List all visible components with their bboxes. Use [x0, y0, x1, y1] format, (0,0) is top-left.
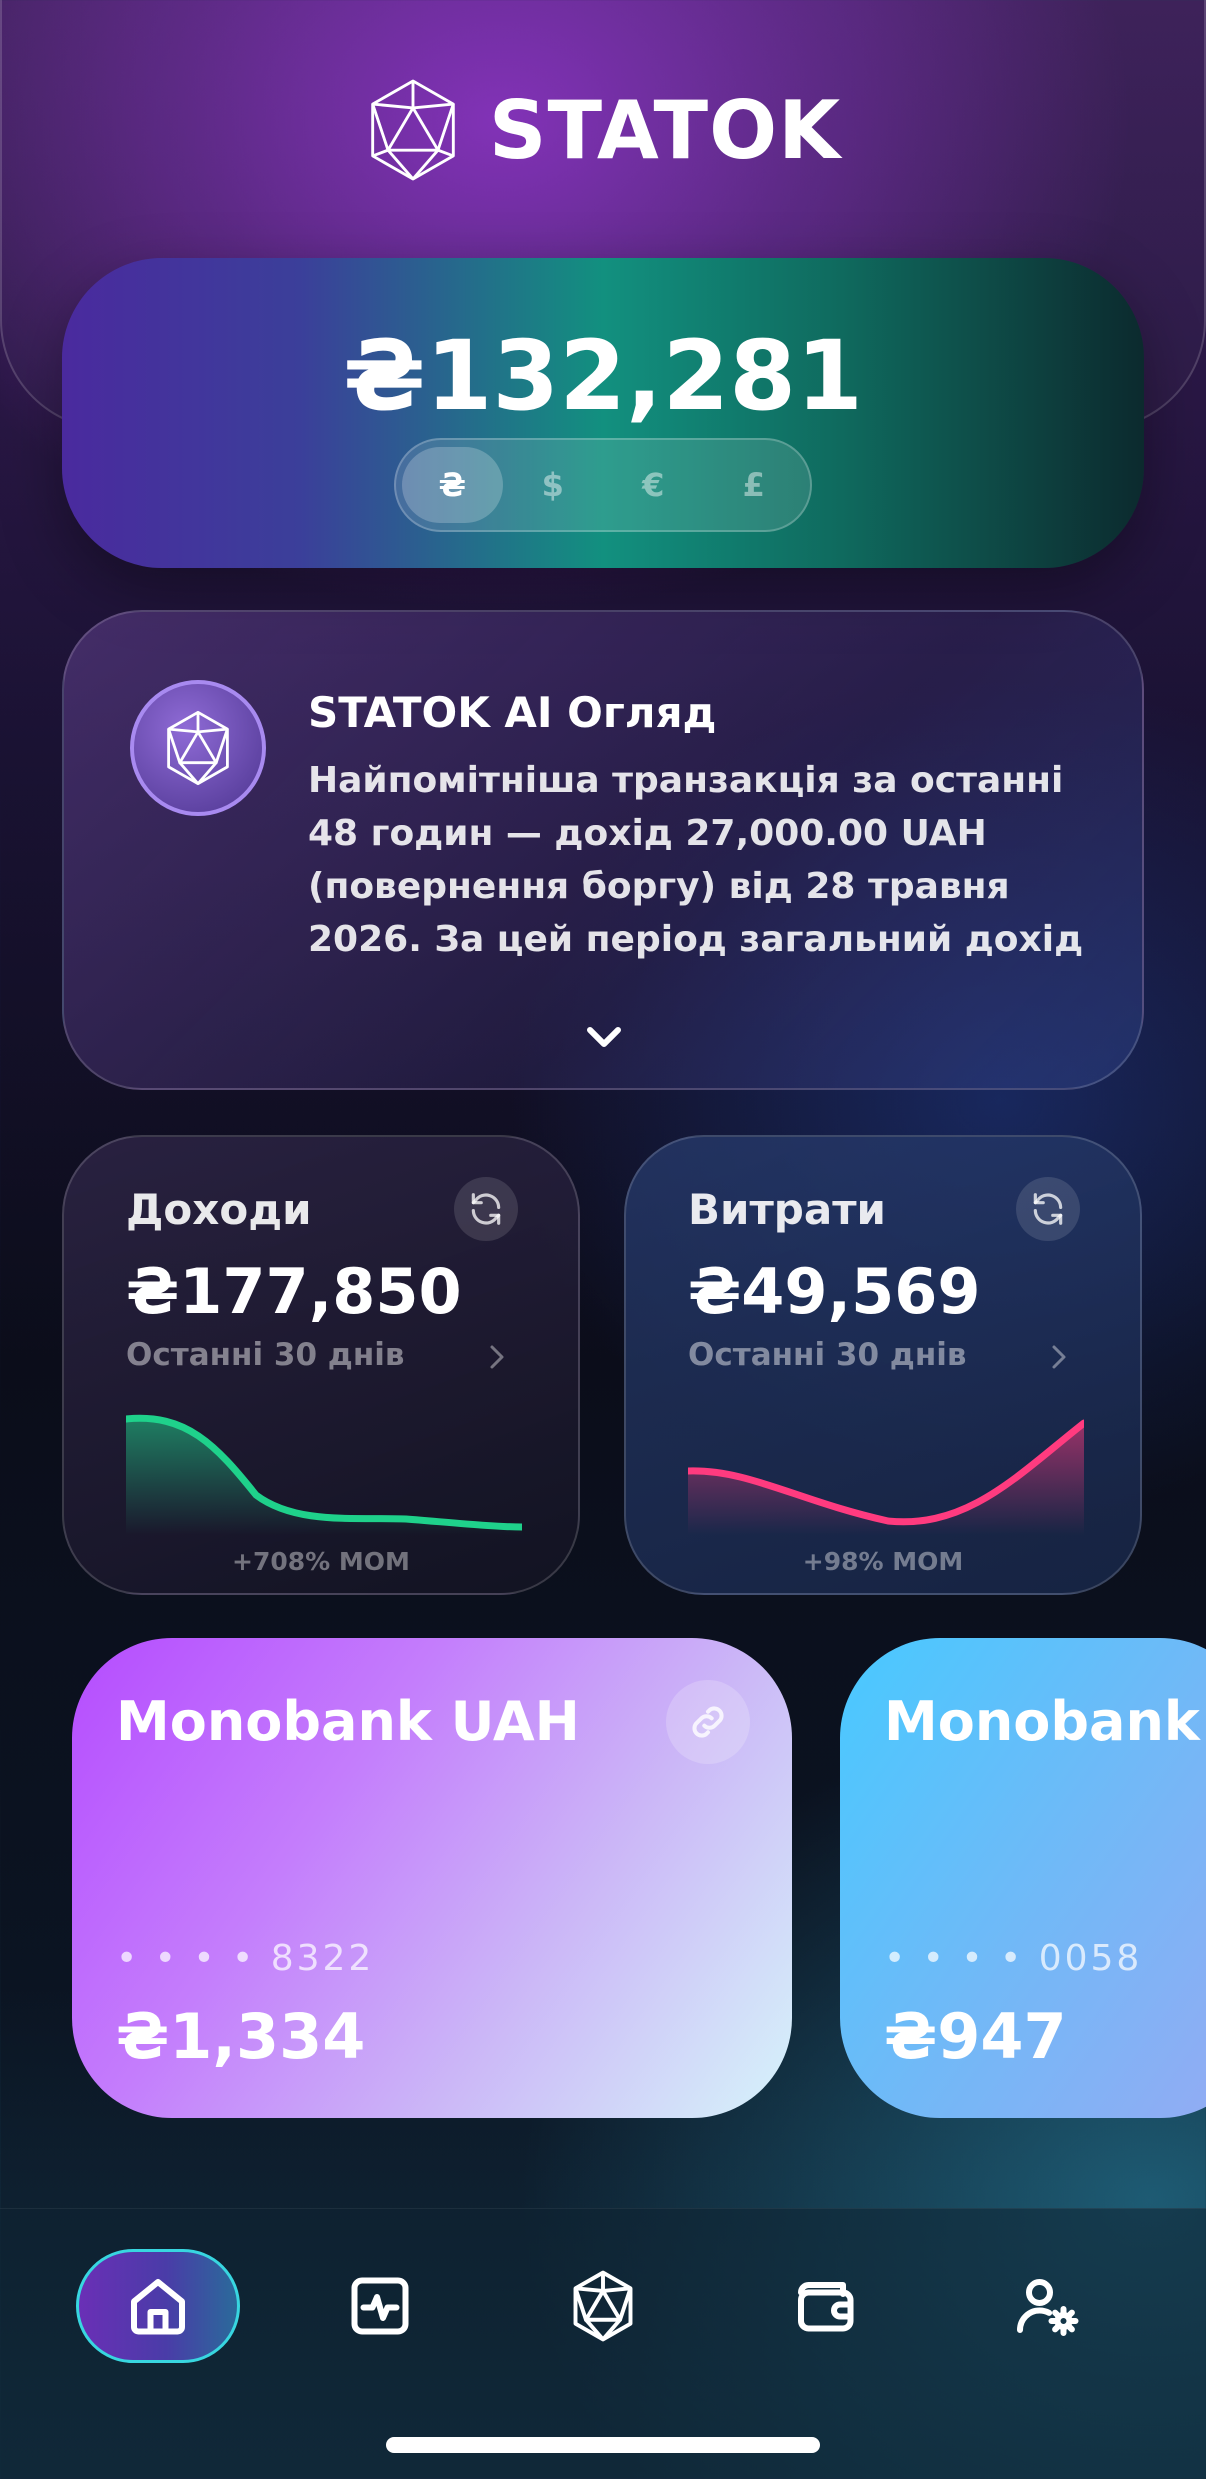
- ai-avatar: [130, 680, 266, 816]
- ai-overview-text: Найпомітніша транзакція за останні 48 го…: [308, 760, 1084, 960]
- income-period: Останні 30 днів: [126, 1337, 405, 1373]
- wallet-icon: [798, 2282, 854, 2332]
- income-refresh-button[interactable]: [454, 1177, 518, 1241]
- icosahedron-icon: [167, 710, 229, 786]
- refresh-icon: [1033, 1193, 1063, 1225]
- currency-switch: ₴ $ € £: [394, 438, 812, 532]
- account-card[interactable]: Monobank • • • • 0058 ₴947: [840, 1638, 1206, 2118]
- expense-mom: +98% MOM: [802, 1547, 964, 1576]
- expense-card[interactable]: Витрати ₴49,569 Останні 30 днів +98% MOM: [624, 1135, 1142, 1595]
- nav-home[interactable]: [76, 2249, 240, 2363]
- account-card[interactable]: Monobank UAH • • • • 8322 ₴1,334: [72, 1638, 792, 2118]
- chevron-down-icon[interactable]: [582, 1018, 626, 1058]
- expense-value: ₴49,569: [688, 1255, 981, 1328]
- expense-refresh-button[interactable]: [1016, 1177, 1080, 1241]
- home-indicator: [386, 2437, 820, 2453]
- currency-eur-button[interactable]: €: [603, 447, 704, 523]
- expense-label: Витрати: [688, 1185, 886, 1234]
- chevron-right-icon: [490, 1345, 504, 1369]
- refresh-icon: [471, 1193, 501, 1225]
- account-balance: ₴1,334: [116, 2000, 366, 2073]
- currency-usd-button[interactable]: $: [503, 447, 604, 523]
- nav-activity[interactable]: [298, 2249, 462, 2363]
- expense-period: Останні 30 днів: [688, 1337, 967, 1373]
- activity-icon: [351, 2277, 409, 2335]
- ai-overview-title: STATOK AI Огляд: [308, 688, 717, 737]
- income-sparkline: [126, 1414, 522, 1535]
- income-mom: +708% MOM: [232, 1547, 410, 1576]
- account-number: • • • • 0058: [884, 1938, 1143, 1979]
- account-number: • • • • 8322: [116, 1938, 375, 1979]
- brand-header: STATOK: [0, 70, 1206, 190]
- income-label: Доходи: [126, 1185, 312, 1234]
- nav-wallet[interactable]: [743, 2249, 907, 2363]
- total-balance: ₴132,281: [343, 320, 863, 432]
- balance-card: ₴132,281 ₴ $ € £: [62, 258, 1144, 568]
- link-icon: [692, 1706, 724, 1738]
- account-balance: ₴947: [884, 2000, 1067, 2073]
- chevron-right-icon: [1052, 1345, 1066, 1369]
- account-link-button[interactable]: [666, 1680, 750, 1764]
- user-settings-icon: [1017, 2279, 1079, 2336]
- expense-sparkline: [688, 1419, 1084, 1535]
- income-value: ₴177,850: [126, 1255, 462, 1328]
- home-icon: [131, 2279, 185, 2335]
- currency-uah-button[interactable]: ₴: [402, 447, 503, 523]
- icosahedron-logo-icon: [371, 79, 455, 181]
- nav-ai[interactable]: [521, 2249, 685, 2363]
- income-card[interactable]: Доходи ₴177,850 Останні 30 днів +708% MO…: [62, 1135, 580, 1595]
- account-name: Monobank: [884, 1690, 1200, 1753]
- nav-profile-settings[interactable]: [965, 2249, 1129, 2363]
- currency-gbp-button[interactable]: £: [704, 447, 805, 523]
- account-name: Monobank UAH: [116, 1690, 580, 1753]
- brand-name: STATOK: [488, 83, 842, 177]
- ai-icosahedron-icon: [573, 2270, 633, 2342]
